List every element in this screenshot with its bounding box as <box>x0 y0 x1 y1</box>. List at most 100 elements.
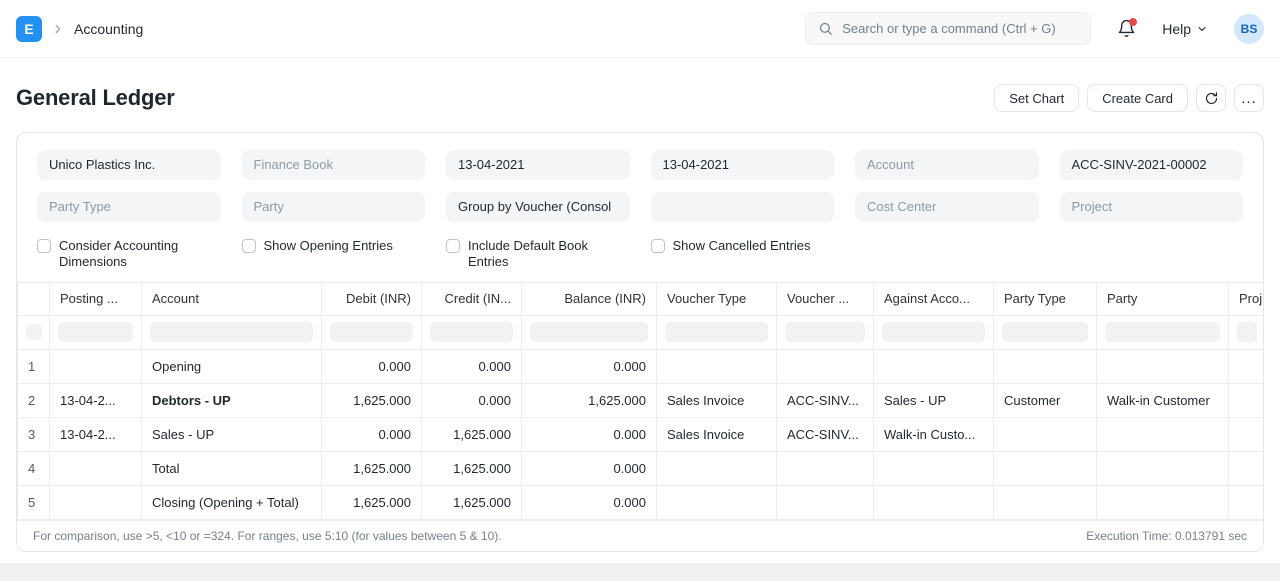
column-header[interactable]: Party <box>1097 283 1229 315</box>
checkbox-box[interactable] <box>651 239 665 253</box>
column-header[interactable]: Against Acco... <box>874 283 994 315</box>
table-cell[interactable]: Customer <box>994 383 1097 417</box>
table-cell[interactable] <box>50 349 142 383</box>
table-cell[interactable]: Opening <box>142 349 322 383</box>
table-cell[interactable]: Sales Invoice <box>657 417 777 451</box>
column-filter-input[interactable] <box>1105 322 1220 342</box>
table-cell[interactable]: Walk-in Custo... <box>874 417 994 451</box>
filter-voucher-no[interactable]: ACC-SINV-2021-00002 <box>1060 150 1244 180</box>
filter-finance-book[interactable]: Finance Book <box>242 150 426 180</box>
column-filter-input[interactable] <box>1237 322 1257 342</box>
table-cell[interactable]: 0.000 <box>422 349 522 383</box>
table-cell[interactable]: 1,625.000 <box>522 383 657 417</box>
table-cell[interactable]: 0.000 <box>522 451 657 485</box>
checkbox-show-opening-entries[interactable]: Show Opening Entries <box>242 238 426 270</box>
table-cell[interactable] <box>657 485 777 519</box>
table-cell[interactable] <box>50 485 142 519</box>
column-header[interactable]: Balance (INR) <box>522 283 657 315</box>
filter-from-date[interactable]: 13-04-2021 <box>446 150 630 180</box>
column-filter-input[interactable] <box>882 322 985 342</box>
table-cell[interactable]: Closing (Opening + Total) <box>142 485 322 519</box>
column-header[interactable]: Voucher Type <box>657 283 777 315</box>
table-cell[interactable]: ACC-SINV... <box>777 383 874 417</box>
column-header[interactable]: Party Type <box>994 283 1097 315</box>
set-chart-button[interactable]: Set Chart <box>994 84 1079 112</box>
filter-party[interactable]: Party <box>242 192 426 222</box>
checkbox-show-cancelled-entries[interactable]: Show Cancelled Entries <box>651 238 835 270</box>
breadcrumb[interactable]: Accounting <box>74 21 143 37</box>
table-cell[interactable] <box>1229 417 1265 451</box>
table-cell[interactable] <box>874 485 994 519</box>
table-cell[interactable]: 1,625.000 <box>422 451 522 485</box>
table-cell[interactable] <box>777 349 874 383</box>
help-menu[interactable]: Help <box>1162 21 1208 37</box>
checkbox-include-default-book-entries[interactable]: Include Default Book Entries <box>446 238 630 270</box>
table-cell[interactable] <box>994 349 1097 383</box>
table-cell[interactable]: 0.000 <box>522 349 657 383</box>
column-header[interactable] <box>18 283 50 315</box>
column-header[interactable]: Account <box>142 283 322 315</box>
table-cell[interactable]: Walk-in Customer <box>1097 383 1229 417</box>
filter-blank[interactable] <box>651 192 835 222</box>
table-cell[interactable] <box>657 451 777 485</box>
table-cell[interactable]: 13-04-2... <box>50 417 142 451</box>
checkbox-box[interactable] <box>37 239 51 253</box>
column-filter-input[interactable] <box>665 322 768 342</box>
filter-cost-center[interactable]: Cost Center <box>855 192 1039 222</box>
table-cell[interactable] <box>1229 349 1265 383</box>
column-filter-input[interactable] <box>330 322 413 342</box>
table-cell[interactable] <box>994 485 1097 519</box>
column-filter-input[interactable] <box>26 324 42 340</box>
table-cell[interactable] <box>994 417 1097 451</box>
table-cell[interactable] <box>874 451 994 485</box>
table-cell[interactable] <box>1097 451 1229 485</box>
checkbox-box[interactable] <box>446 239 460 253</box>
table-cell[interactable] <box>1097 417 1229 451</box>
table-cell[interactable] <box>1229 451 1265 485</box>
table-cell[interactable]: Sales Invoice <box>657 383 777 417</box>
table-cell[interactable] <box>777 485 874 519</box>
checkbox-consider-accounting-dimensions[interactable]: Consider Accounting Dimensions <box>37 238 221 270</box>
table-cell[interactable]: Total <box>142 451 322 485</box>
search-input[interactable]: Search or type a command (Ctrl + G) <box>805 12 1091 45</box>
table-cell[interactable] <box>994 451 1097 485</box>
table-cell[interactable]: 1,625.000 <box>322 383 422 417</box>
table-cell[interactable]: ACC-SINV... <box>777 417 874 451</box>
table-cell[interactable]: 0.000 <box>522 417 657 451</box>
filter-company[interactable]: Unico Plastics Inc. <box>37 150 221 180</box>
table-cell[interactable]: 13-04-2... <box>50 383 142 417</box>
table-cell[interactable] <box>1229 485 1265 519</box>
table-cell[interactable] <box>874 349 994 383</box>
column-header[interactable]: Voucher ... <box>777 283 874 315</box>
table-cell[interactable] <box>1097 349 1229 383</box>
table-cell[interactable]: Debtors - UP <box>142 383 322 417</box>
table-cell[interactable]: 0.000 <box>522 485 657 519</box>
column-header[interactable]: Credit (IN... <box>422 283 522 315</box>
table-cell[interactable]: 1,625.000 <box>322 485 422 519</box>
table-cell[interactable]: 1,625.000 <box>322 451 422 485</box>
column-filter-input[interactable] <box>430 322 513 342</box>
column-header[interactable]: Debit (INR) <box>322 283 422 315</box>
table-cell[interactable]: Sales - UP <box>142 417 322 451</box>
column-filter-input[interactable] <box>530 322 648 342</box>
filter-project[interactable]: Project <box>1060 192 1244 222</box>
table-cell[interactable]: Sales - UP <box>874 383 994 417</box>
filter-group-by[interactable]: Group by Voucher (Consol <box>446 192 630 222</box>
user-avatar[interactable]: BS <box>1234 14 1264 44</box>
column-filter-input[interactable] <box>58 322 133 342</box>
refresh-button[interactable] <box>1196 84 1226 112</box>
checkbox-box[interactable] <box>242 239 256 253</box>
column-header[interactable]: Proj... <box>1229 283 1265 315</box>
notifications-button[interactable] <box>1117 19 1136 38</box>
table-cell[interactable] <box>50 451 142 485</box>
table-cell[interactable] <box>1229 383 1265 417</box>
table-cell[interactable]: 1,625.000 <box>422 485 522 519</box>
table-cell[interactable]: 1,625.000 <box>422 417 522 451</box>
column-filter-input[interactable] <box>785 322 865 342</box>
app-logo[interactable]: E <box>16 16 42 42</box>
table-cell[interactable] <box>777 451 874 485</box>
column-header[interactable]: Posting ... <box>50 283 142 315</box>
filter-to-date[interactable]: 13-04-2021 <box>651 150 835 180</box>
filter-party-type[interactable]: Party Type <box>37 192 221 222</box>
table-cell[interactable]: 0.000 <box>322 349 422 383</box>
